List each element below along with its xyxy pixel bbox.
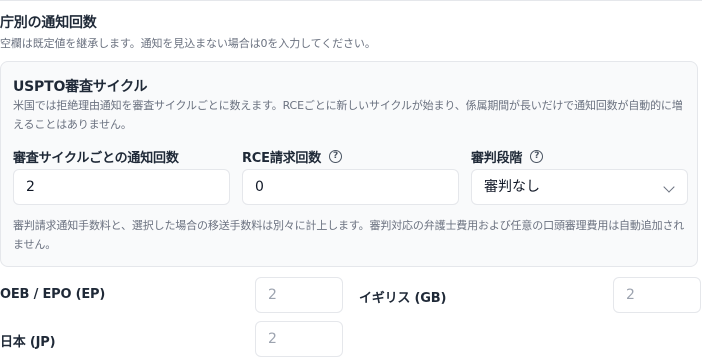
appeal-select[interactable]: 審判なし <box>471 169 688 205</box>
uspto-cycle-card: USPTO審査サイクル 米国では拒絶理由通知を審査サイクルごとに数えます。RCE… <box>0 61 698 267</box>
office-label-ep: OEB / EPO (EP) <box>0 287 106 302</box>
section-title: 庁別の通知回数 <box>0 15 97 31</box>
office-input-ep[interactable]: 2 <box>255 277 343 313</box>
office-input-jp[interactable]: 2 <box>255 321 343 357</box>
per-cycle-input[interactable]: 2 <box>13 169 230 205</box>
office-input-gb[interactable]: 2 <box>613 277 701 313</box>
rce-label: RCE請求回数 ? <box>242 147 343 166</box>
section-subtitle: 空欄は既定値を継承します。通知を見込まない場合は0を入力してください。 <box>0 37 376 50</box>
office-label-jp: 日本 (JP) <box>0 335 56 350</box>
chevron-down-icon <box>663 181 675 193</box>
appeal-select-value: 審判なし <box>484 179 540 195</box>
appeal-label-text: 審判段階 <box>471 151 523 166</box>
uspto-card-title: USPTO審査サイクル <box>13 79 148 95</box>
help-icon[interactable]: ? <box>329 150 343 163</box>
top-divider <box>0 0 702 1</box>
uspto-card-note: 審判請求通知手数料と、選択した場合の移送手数料は別々に計上します。審判対応の弁護… <box>13 219 685 251</box>
help-icon[interactable]: ? <box>530 150 544 163</box>
rce-input[interactable]: 0 <box>242 169 459 205</box>
per-cycle-label-text: 審査サイクルごとの通知回数 <box>13 151 179 166</box>
appeal-label: 審判段階 ? <box>471 147 544 166</box>
per-cycle-label: 審査サイクルごとの通知回数 <box>13 147 179 166</box>
uspto-card-description: 米国では拒絶理由通知を審査サイクルごとに数えます。RCEごとに新しいサイクルが始… <box>13 99 683 131</box>
office-label-gb: イギリス (GB) <box>359 291 447 306</box>
rce-label-text: RCE請求回数 <box>242 151 322 166</box>
